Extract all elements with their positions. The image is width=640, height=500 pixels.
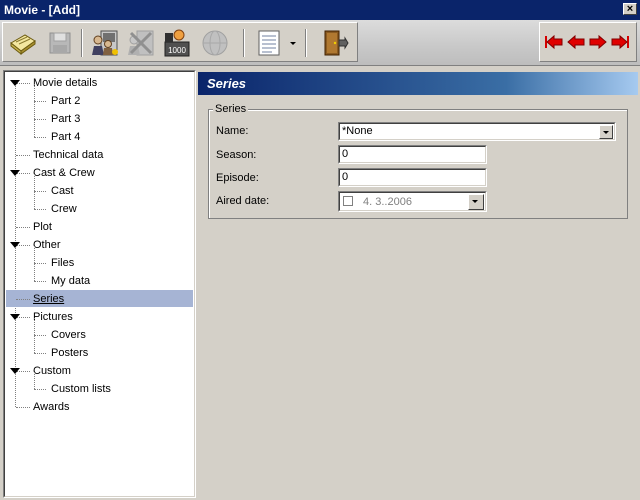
toolbar-separator	[81, 29, 83, 57]
tree-line	[34, 120, 35, 137]
episode-label: Episode:	[216, 172, 259, 184]
tree-item[interactable]: Files	[51, 255, 74, 272]
tree-item[interactable]: Posters	[51, 345, 88, 362]
name-label: Name:	[216, 125, 249, 137]
expand-arrow-icon[interactable]	[10, 367, 20, 376]
tree-item[interactable]: Part 4	[51, 129, 80, 146]
actors-icon[interactable]	[89, 27, 121, 59]
episode-field[interactable]: 0	[338, 168, 487, 187]
expand-arrow-icon[interactable]	[10, 313, 20, 322]
tree-connector	[34, 353, 46, 354]
toolbar: 1000	[0, 20, 640, 66]
aired-date-value: 4. 3..2006	[363, 196, 412, 208]
main-toolbar: 1000	[2, 22, 358, 62]
tree-connector	[16, 407, 30, 408]
tree-line	[34, 318, 35, 335]
exit-door-icon[interactable]	[317, 27, 349, 59]
window-title: Movie - [Add]	[4, 3, 80, 17]
tree-item[interactable]: My data	[51, 273, 90, 290]
expand-arrow-icon[interactable]	[10, 169, 20, 178]
episode-value: 0	[342, 171, 349, 183]
counter-badge: 1000	[168, 46, 186, 55]
tree-item[interactable]: Custom	[33, 363, 71, 380]
tree-line	[34, 264, 35, 281]
tree-line	[34, 372, 35, 389]
close-button[interactable]: ×	[623, 3, 637, 15]
chevron-down-icon[interactable]	[599, 125, 613, 139]
season-label: Season:	[216, 149, 257, 161]
title-bar: Movie - [Add] ×	[0, 0, 640, 20]
aired-date-label: Aired date:	[216, 195, 270, 207]
name-select[interactable]: *None	[338, 122, 616, 141]
toolbar-separator	[243, 29, 245, 57]
tree-connector	[34, 335, 46, 336]
tree-item[interactable]: Technical data	[33, 147, 103, 164]
save-icon[interactable]	[7, 27, 39, 59]
tree-line	[34, 174, 35, 191]
tree-connector	[34, 119, 46, 120]
tree-item[interactable]: Awards	[33, 399, 69, 416]
group-label: Series	[213, 103, 249, 115]
name-value: *None	[342, 125, 373, 137]
tree-connector	[16, 299, 30, 300]
first-icon[interactable]	[544, 33, 564, 51]
tree-connector	[34, 209, 46, 210]
tree-item[interactable]: Crew	[51, 201, 77, 218]
tree-item[interactable]: Cast & Crew	[33, 165, 95, 182]
season-field[interactable]: 0	[338, 145, 487, 164]
tree-item[interactable]: Pictures	[33, 309, 73, 326]
tree-line	[34, 102, 35, 119]
tree-line	[34, 192, 35, 209]
tree-line	[34, 336, 35, 353]
page-title: Series	[207, 76, 247, 91]
delete-icon[interactable]	[125, 27, 157, 59]
tree-connector	[34, 263, 46, 264]
tree-connector	[34, 389, 46, 390]
tree-connector	[34, 281, 46, 282]
tree-connector	[16, 227, 30, 228]
tree-item[interactable]: Other	[33, 237, 61, 254]
tree-item[interactable]: Plot	[33, 219, 52, 236]
expand-arrow-icon[interactable]	[10, 79, 20, 88]
tree-connector	[34, 191, 46, 192]
next-icon[interactable]	[588, 33, 608, 51]
navigation-tree: Movie details Part 2 Part 3 Part 4 Technical…	[3, 70, 196, 498]
season-value: 0	[342, 148, 349, 160]
tree-line	[34, 246, 35, 263]
list-icon[interactable]	[253, 27, 285, 59]
toolbar-separator	[305, 29, 307, 57]
aired-date-picker[interactable]: 4. 3..2006	[338, 191, 487, 212]
tree-item[interactable]: Custom lists	[51, 381, 111, 398]
tree-item[interactable]: Covers	[51, 327, 86, 344]
last-icon[interactable]	[610, 33, 630, 51]
tree-item[interactable]: Part 3	[51, 111, 80, 128]
tree-connector	[34, 101, 46, 102]
globe-icon[interactable]	[199, 27, 231, 59]
panel-header: Series	[198, 72, 638, 95]
tree-item[interactable]: Part 2	[51, 93, 80, 110]
previous-icon[interactable]	[566, 33, 586, 51]
navigation-toolbar	[539, 22, 637, 62]
tree-connector	[34, 137, 46, 138]
tree-item[interactable]: Series	[33, 291, 64, 308]
expand-arrow-icon[interactable]	[10, 241, 20, 250]
counter-icon[interactable]: 1000	[161, 27, 193, 59]
aired-date-checkbox[interactable]	[343, 196, 353, 206]
tree-connector	[16, 155, 30, 156]
tree-line	[34, 84, 35, 101]
tree-item[interactable]: Cast	[51, 183, 74, 200]
calendar-dropdown-icon[interactable]	[468, 194, 484, 210]
dropdown-arrow-icon[interactable]	[287, 27, 299, 59]
disk-icon[interactable]	[43, 27, 75, 59]
tree-item[interactable]: Movie details	[33, 75, 97, 92]
